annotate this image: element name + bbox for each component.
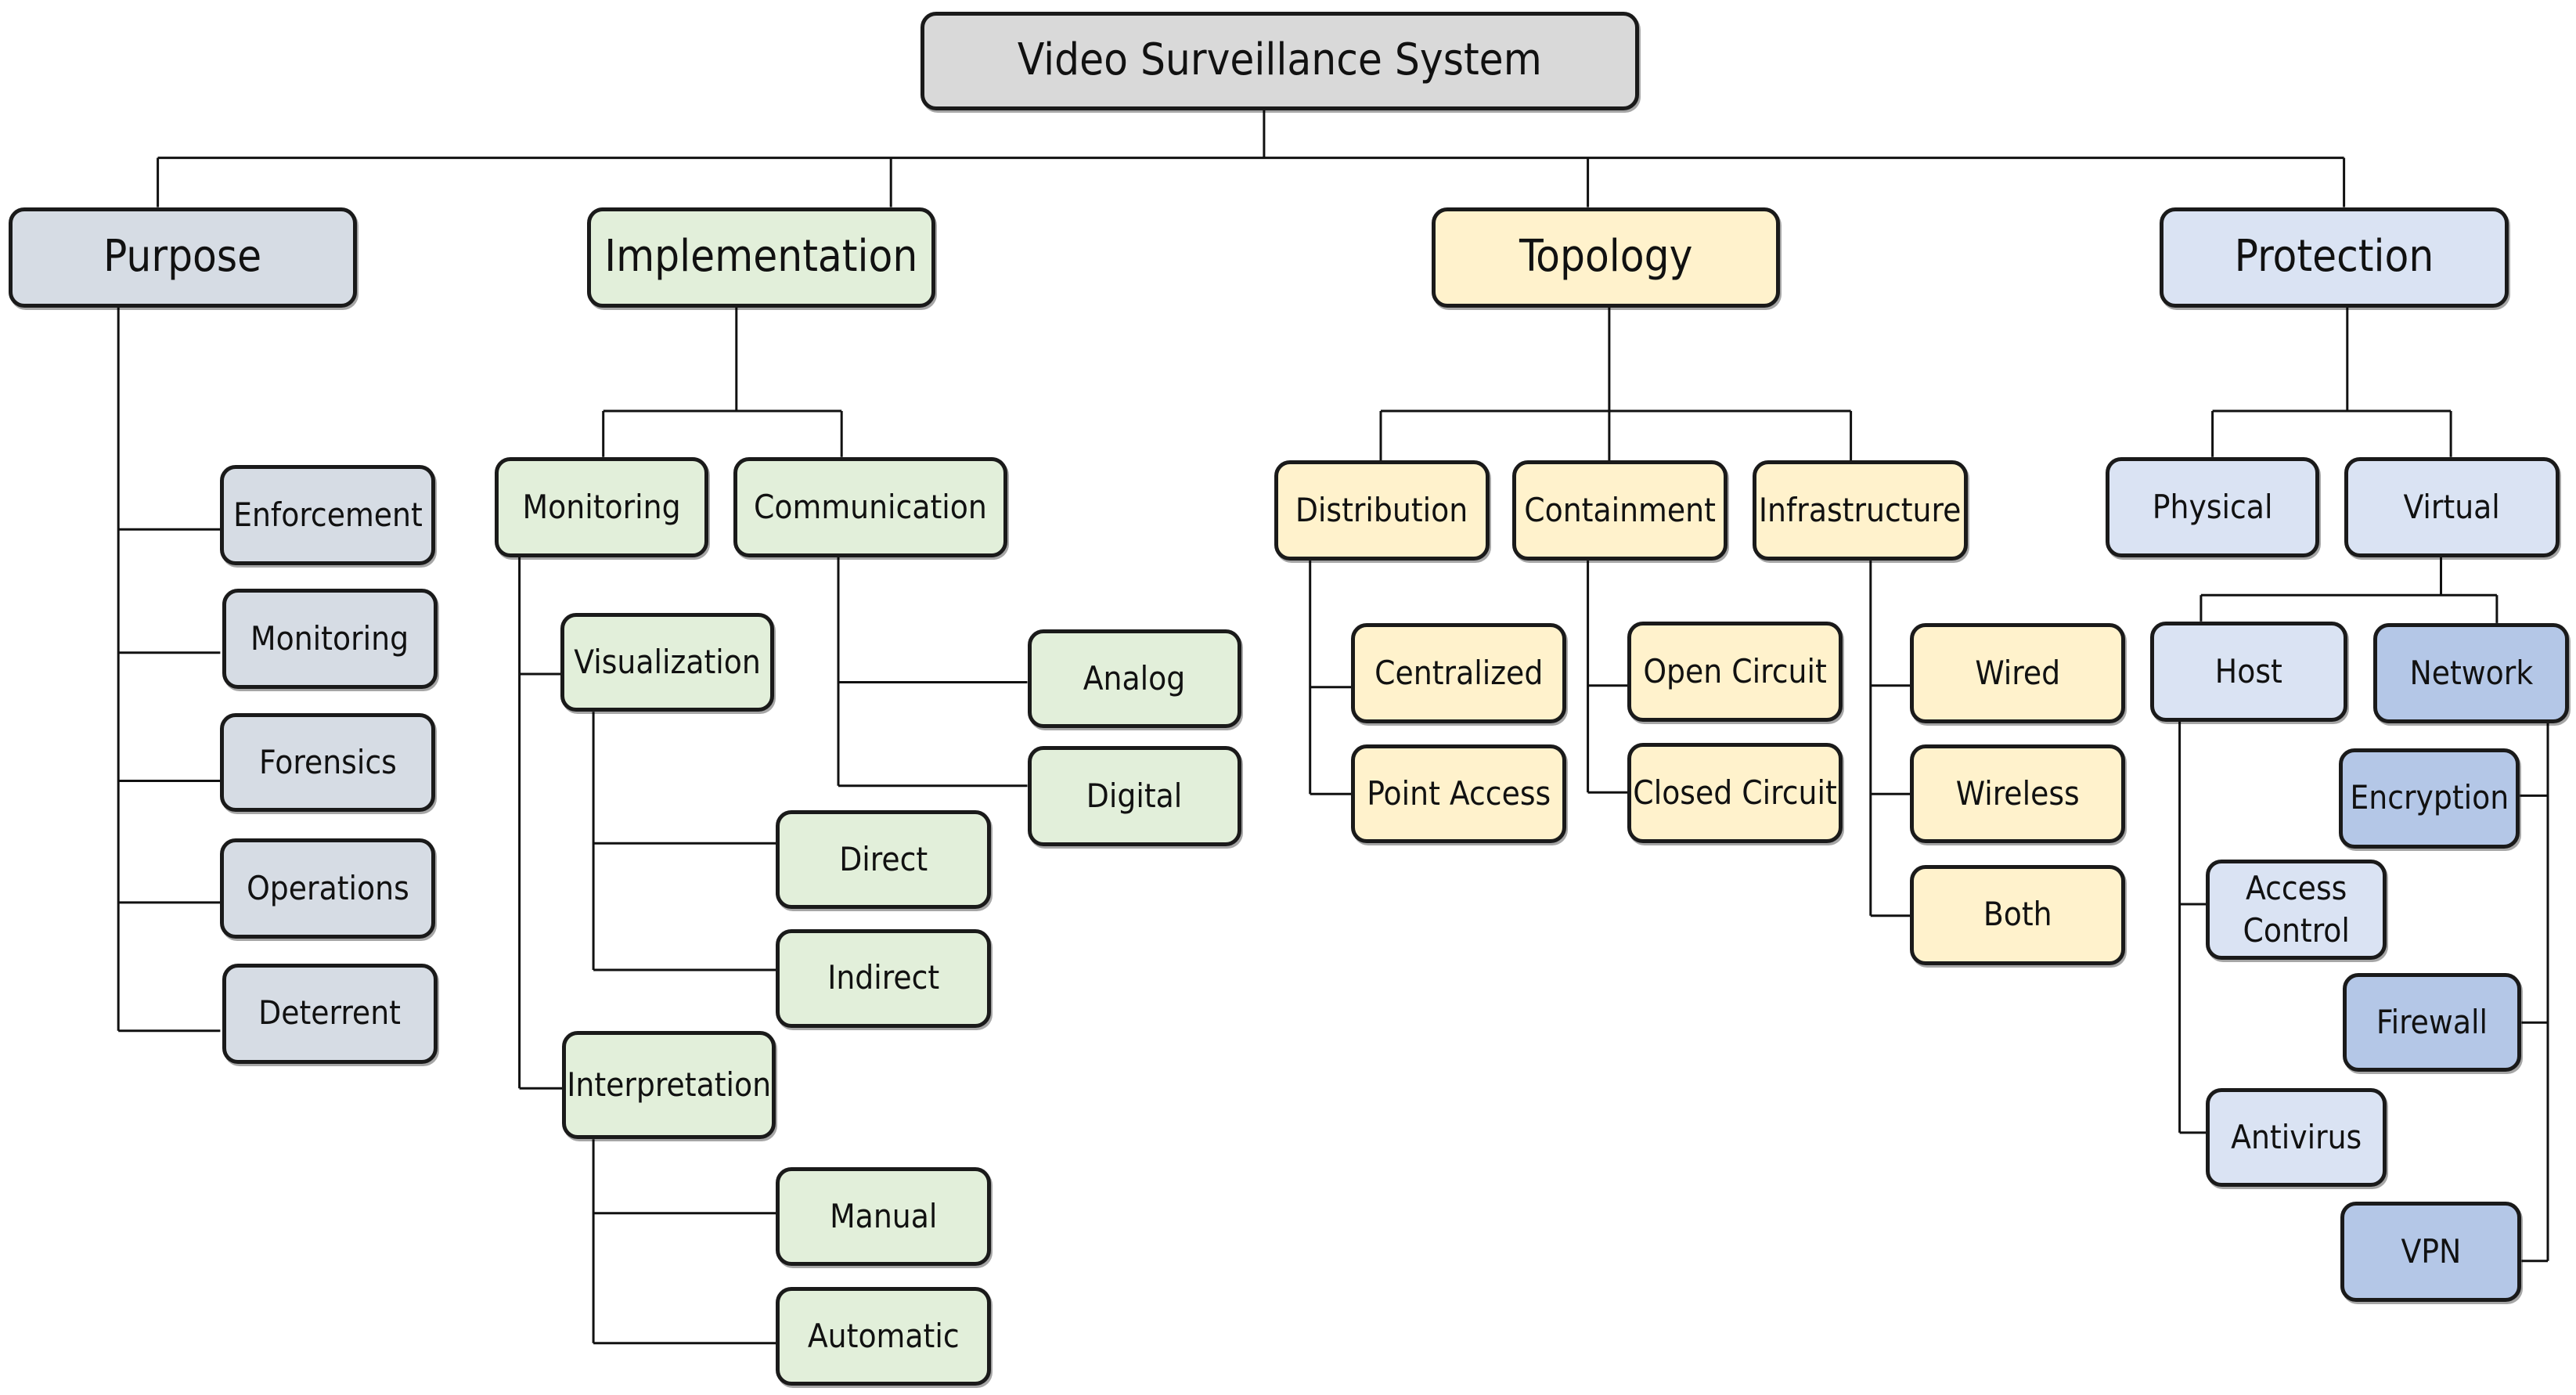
node-closed-circuit: Closed Circuit: [1627, 743, 1843, 844]
node-point-access: Point Access: [1351, 744, 1567, 844]
node-topology: Topology: [1432, 207, 1781, 308]
taxonomy-diagram: Video Surveillance System Purpose Implemen…: [0, 0, 2576, 1395]
node-enforcement: Enforcement: [220, 465, 436, 566]
node-open-circuit: Open Circuit: [1627, 621, 1843, 722]
node-both: Both: [1910, 864, 2126, 965]
node-automatic: Automatic: [776, 1287, 992, 1386]
node-visualization: Visualization: [560, 613, 775, 712]
node-firewall: Firewall: [2342, 973, 2522, 1072]
node-interpretation: Interpretation: [562, 1030, 776, 1140]
node-antivirus: Antivirus: [2206, 1088, 2387, 1188]
node-wireless: Wireless: [1910, 744, 2126, 844]
node-distribution: Distribution: [1274, 460, 1490, 561]
node-forensics: Forensics: [220, 713, 436, 813]
node-wired: Wired: [1910, 622, 2126, 723]
node-host: Host: [2149, 621, 2347, 722]
node-encryption: Encryption: [2339, 748, 2520, 849]
node-virtual: Virtual: [2344, 456, 2560, 557]
node-digital: Digital: [1027, 746, 1241, 847]
node-centralized: Centralized: [1351, 622, 1567, 723]
node-network: Network: [2373, 622, 2570, 723]
node-analog: Analog: [1027, 629, 1241, 729]
node-i-monitoring: Monitoring: [495, 456, 709, 557]
node-manual: Manual: [776, 1167, 992, 1266]
node-direct: Direct: [776, 810, 992, 910]
node-physical: Physical: [2106, 456, 2320, 557]
node-implementation: Implementation: [586, 207, 935, 308]
node-deterrent: Deterrent: [222, 963, 438, 1064]
node-vpn: VPN: [2340, 1202, 2522, 1303]
node-operations: Operations: [220, 838, 436, 939]
node-root: Video Surveillance System: [921, 11, 1639, 110]
node-access-control: Access Control: [2206, 860, 2387, 961]
node-p-monitoring: Monitoring: [222, 588, 438, 689]
node-communication: Communication: [733, 456, 1008, 557]
node-infrastructure: Infrastructure: [1752, 460, 1968, 561]
node-purpose: Purpose: [8, 207, 357, 308]
node-protection: Protection: [2160, 207, 2509, 308]
node-indirect: Indirect: [776, 928, 992, 1028]
node-containment: Containment: [1512, 460, 1728, 561]
